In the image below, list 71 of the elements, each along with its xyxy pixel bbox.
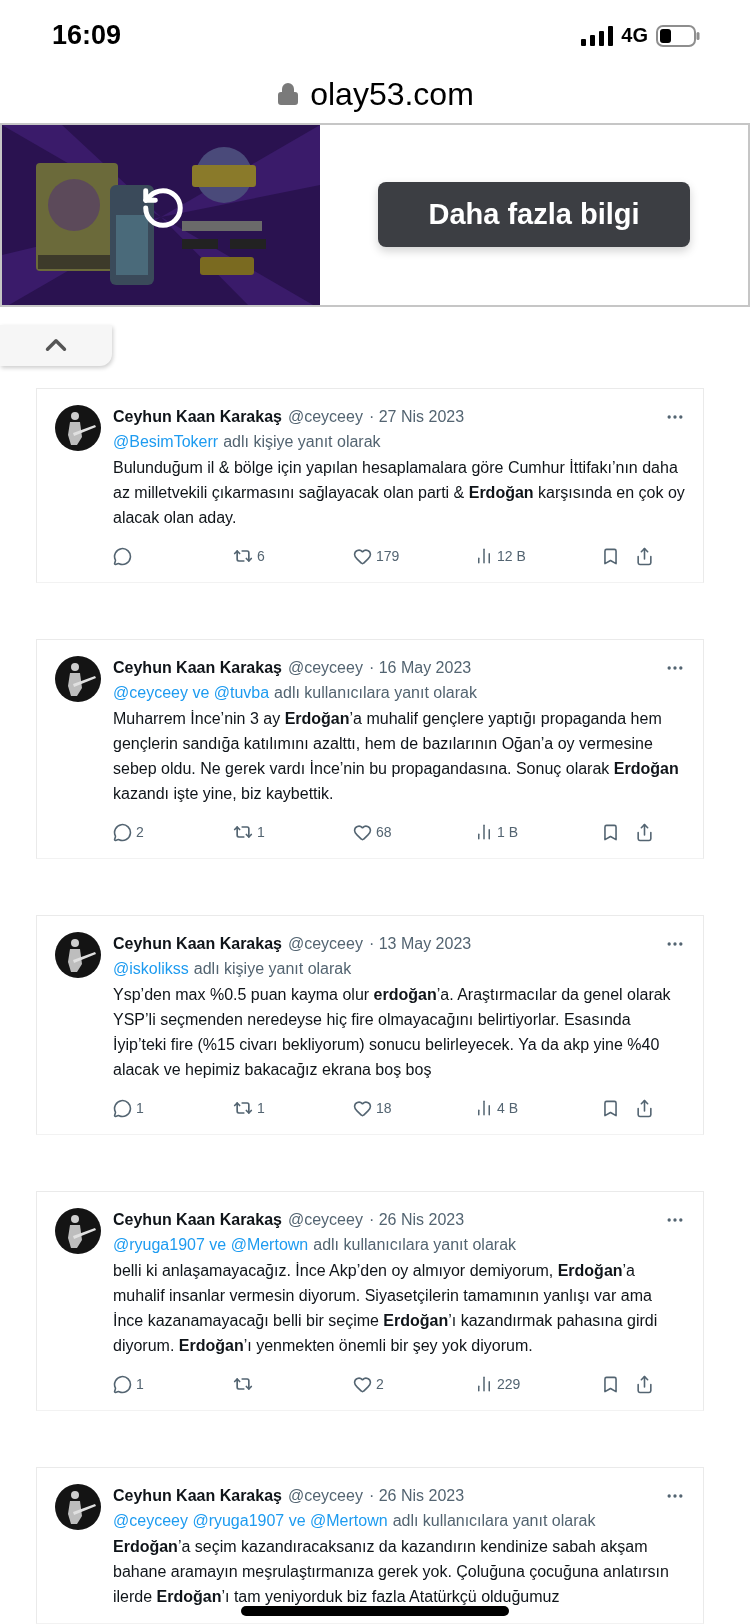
author-handle[interactable]: @ceyceey [287, 408, 363, 426]
author-handle[interactable]: @ceyceey [287, 659, 363, 677]
stat-count: 1 B [497, 824, 518, 840]
avatar[interactable] [55, 1208, 101, 1254]
stat-count: 1 [136, 1100, 144, 1116]
stat-count: 229 [497, 1376, 521, 1392]
bookmark-icon[interactable] [601, 1374, 620, 1394]
tweet-text: Bulunduğum il & bölge için yapılan hesaplamalara göre Cumhur İttifakı’nın daha az milletvekili çıkarmasını sağlayacak olan parti & Erdoğan karşısında en çok oy alacak olan aday. [113, 458, 685, 528]
author-handle[interactable]: @ceyceey [287, 935, 363, 953]
stat-count: 68 [376, 824, 392, 840]
reply-label: adlı kişiye yanıt olarak [193, 960, 352, 978]
avatar[interactable] [55, 656, 101, 702]
tweet-text: Erdoğan’a seçim kazandıracaksanız da kazandırın kendinize sabah akşam bahane aramayın meşrulaştırmanıza gerek yok. Çoluğuna çocuğuna anlatırsın ilerde Erdoğan’ı tam yeniyorduk biz fazla Atatürkçü olduğumuz [113, 1537, 670, 1607]
reply-label: adlı kullanıcılara yanıt olarak [313, 1236, 517, 1254]
status-time: 16:09 [52, 20, 122, 52]
reply-icon[interactable] [113, 1374, 132, 1394]
tweet-text: belli ki anlaşamayacağız. İnce Akp’den oy almıyor demiyorum, Erdoğan’a muhalif insanlar vermesin diyorum. Siyasetçilerin tamamının yanlışı var ama İnce kazanamayacağı belli bir seçime Erdoğan’ı kazandırmak pahasına girdi diyorum. Erdoğan’ı yenmekten önemli bir şey yok diyorum. [113, 1261, 659, 1356]
avatar[interactable] [55, 932, 101, 978]
bookmark-icon[interactable] [601, 546, 620, 566]
reply-icon[interactable] [113, 822, 132, 842]
tweet-date: · 13 May 2023 [368, 935, 472, 953]
network-type: 4G [621, 24, 648, 48]
reply-label: adlı kullanıcılara yanıt olarak [274, 684, 477, 702]
stat-count: 1 [257, 824, 265, 840]
views-icon[interactable] [475, 1375, 493, 1393]
stat-count: 1 [136, 1376, 144, 1392]
author-name[interactable]: Ceyhun Kaan Karakaş [113, 935, 282, 953]
signal-icon [581, 25, 614, 46]
tweet-date: · 27 Nis 2023 [368, 408, 465, 426]
learn-more-button[interactable]: Daha fazla bilgi [378, 182, 690, 248]
share-icon[interactable] [635, 1098, 654, 1118]
views-icon[interactable] [475, 1099, 493, 1117]
author-handle[interactable]: @ceyceey [287, 1487, 363, 1505]
avatar[interactable] [55, 1484, 101, 1530]
reply-icon[interactable] [113, 1098, 132, 1118]
stat-count: 4 B [497, 1100, 518, 1116]
stat-count: 2 [136, 824, 144, 840]
heart-icon[interactable] [353, 1098, 372, 1118]
views-icon[interactable] [475, 823, 493, 841]
stat-count: 179 [376, 548, 400, 564]
reply-label: adlı kullanıcılara yanıt olarak [392, 1512, 596, 1530]
avatar[interactable] [55, 405, 101, 451]
author-handle[interactable]: @ceyceey [287, 1211, 363, 1229]
bookmark-icon[interactable] [601, 1098, 620, 1118]
heart-icon[interactable] [353, 546, 372, 566]
bookmark-icon[interactable] [601, 822, 620, 842]
battery-icon [656, 24, 700, 47]
heart-icon[interactable] [353, 822, 372, 842]
tweet-date: · 26 Nis 2023 [368, 1211, 465, 1229]
views-icon[interactable] [475, 547, 493, 565]
share-icon[interactable] [635, 546, 654, 566]
tweet-date: · 16 May 2023 [368, 659, 472, 677]
tweet-text: Muharrem İnce’nin 3 ay Erdoğan’a muhalif gençlere yaptığı propaganda hem gençlerin sandığa katılımını azalttı, hem de bazılarının Oğan’a oy vermesine sebep oldu. Ne gerek vardı İnce’nin bu propagandasına. Sonuç olarak Erdoğan kazandı işte yine, biz kaybettik. [113, 709, 680, 804]
stat-count: 18 [376, 1100, 392, 1116]
share-icon[interactable] [635, 822, 654, 842]
stat-count: 6 [257, 548, 265, 564]
author-name[interactable]: Ceyhun Kaan Karakaş [113, 1487, 282, 1505]
lock-icon [276, 82, 301, 107]
address-url[interactable]: olay53.com [310, 75, 474, 113]
reply-icon[interactable] [113, 546, 132, 566]
stat-count: 2 [376, 1376, 384, 1392]
share-icon[interactable] [635, 1374, 654, 1394]
tweet-text: Ysp’den max %0.5 puan kayma olur erdoğan’a. Araştırmacılar da genel olarak YSP’li seçmenden neredeyse hiç fire olmayacağını belirtiyorlar. Esasında İyip’teki fire (%15 civarı bekliyorum) sonucu belirleyecek. Ya da akp yine %40 alacak ve hepimiz bakacağız ekrana boş boş [113, 985, 672, 1080]
author-name[interactable]: Ceyhun Kaan Karakaş [113, 408, 282, 426]
author-name[interactable]: Ceyhun Kaan Karakaş [113, 1211, 282, 1229]
stat-count: 1 [257, 1100, 265, 1116]
tweet-date: · 26 Nis 2023 [368, 1487, 465, 1505]
heart-icon[interactable] [353, 1374, 372, 1394]
stat-count: 12 B [497, 548, 526, 564]
reply-label: adlı kişiye yanıt olarak [223, 433, 381, 451]
author-name[interactable]: Ceyhun Kaan Karakaş [113, 659, 282, 677]
